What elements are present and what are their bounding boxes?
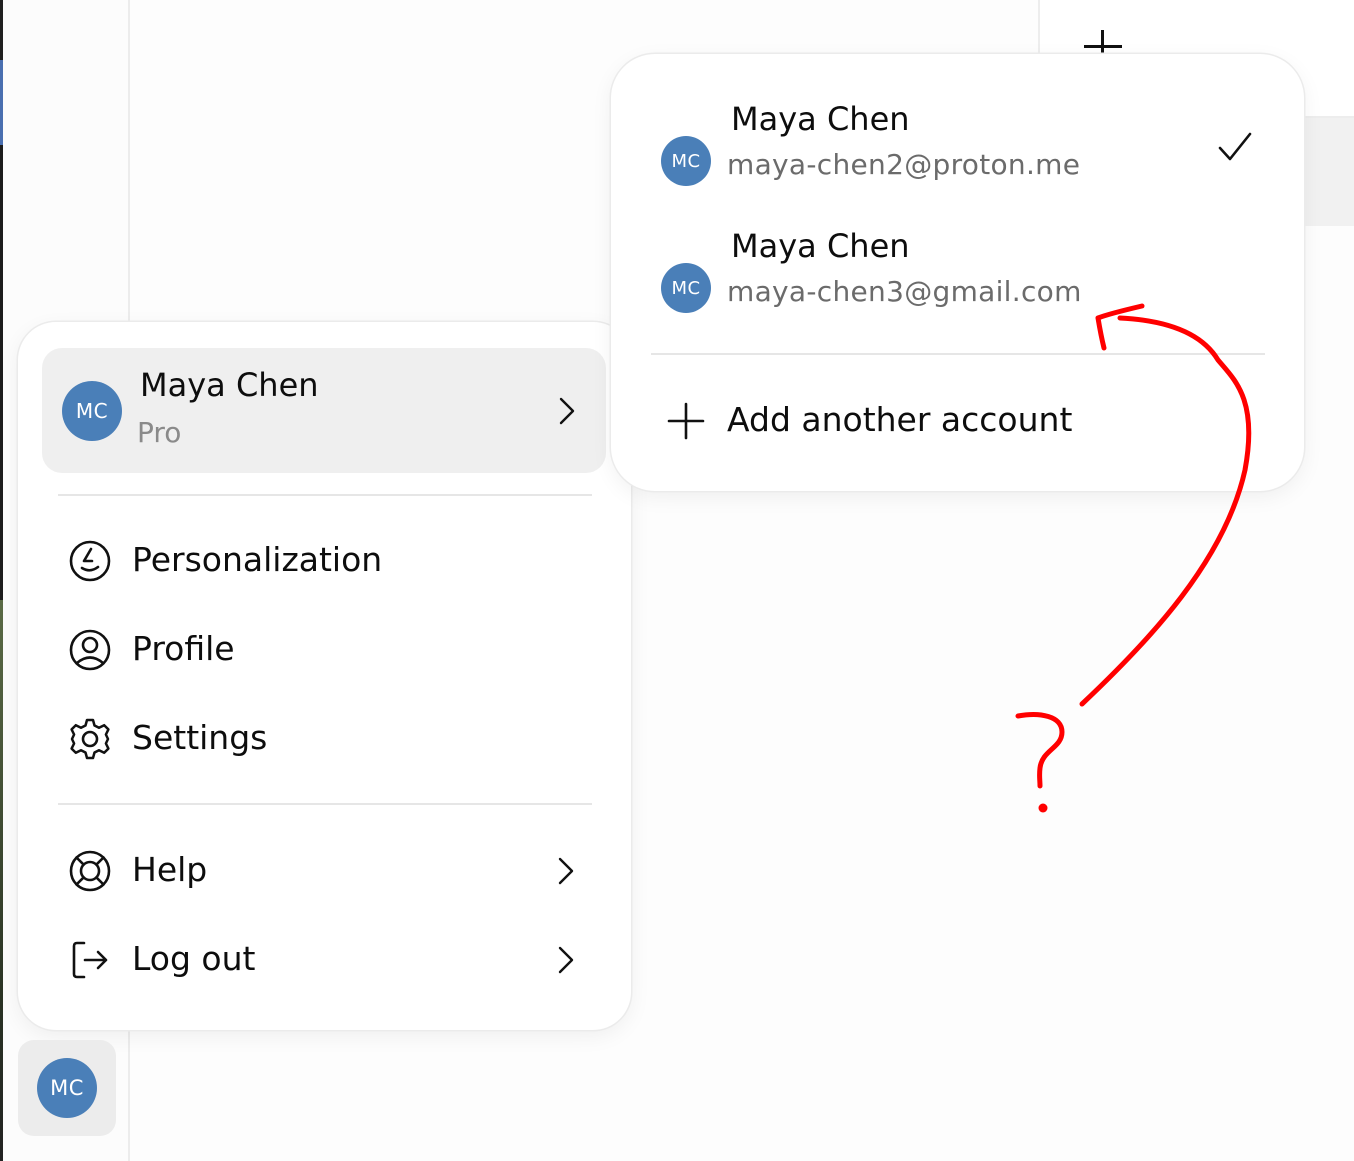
account-option-email: maya-chen2@proton.me: [727, 148, 1081, 181]
menu-item-label: Settings: [132, 718, 268, 757]
account-switcher-row[interactable]: MC Maya Chen Pro: [42, 348, 606, 473]
avatar: MC: [661, 263, 711, 313]
avatar: MC: [62, 381, 122, 441]
gear-icon: [70, 718, 110, 760]
account-option[interactable]: MC Maya Chen maya-chen3@gmail.com: [659, 227, 1269, 337]
chevron-right-icon: [558, 946, 574, 974]
account-option-email: maya-chen3@gmail.com: [727, 275, 1082, 308]
account-plan: Pro: [137, 416, 182, 449]
profile-icon: [69, 629, 111, 671]
checkmark-icon: [1218, 132, 1252, 161]
account-option[interactable]: MC Maya Chen maya-chen2@proton.me: [659, 100, 1269, 210]
add-account-button[interactable]: Add another account: [663, 394, 1243, 454]
menu-item-help[interactable]: Help: [58, 836, 598, 906]
menu-divider: [58, 494, 592, 496]
window-edge: [0, 0, 3, 1161]
avatar: MC: [661, 136, 711, 186]
logout-icon: [72, 941, 108, 979]
profile-menu: MC Maya Chen Pro Personalization Profile…: [18, 322, 631, 1030]
lifebuoy-icon: [69, 850, 111, 892]
add-account-label: Add another account: [727, 400, 1073, 439]
account-switcher-popover: MC Maya Chen maya-chen2@proton.me MC May…: [611, 54, 1304, 491]
menu-divider: [58, 803, 592, 805]
menu-item-label: Log out: [132, 939, 256, 978]
menu-item-profile[interactable]: Profile: [58, 615, 598, 685]
menu-item-label: Help: [132, 850, 208, 889]
plus-icon: [667, 402, 705, 440]
chevron-right-icon: [559, 397, 575, 425]
popover-divider: [651, 353, 1265, 355]
profile-avatar-button[interactable]: MC: [18, 1040, 116, 1136]
personalization-icon: [69, 540, 111, 582]
account-option-name: Maya Chen: [731, 227, 910, 265]
avatar: MC: [37, 1058, 97, 1118]
account-option-name: Maya Chen: [731, 100, 910, 138]
menu-item-label: Profile: [132, 629, 235, 668]
menu-item-logout[interactable]: Log out: [58, 925, 598, 995]
account-name: Maya Chen: [140, 366, 319, 404]
chevron-right-icon: [558, 857, 574, 885]
menu-item-personalization[interactable]: Personalization: [58, 526, 598, 596]
menu-item-label: Personalization: [132, 540, 383, 579]
menu-item-settings[interactable]: Settings: [58, 704, 598, 774]
